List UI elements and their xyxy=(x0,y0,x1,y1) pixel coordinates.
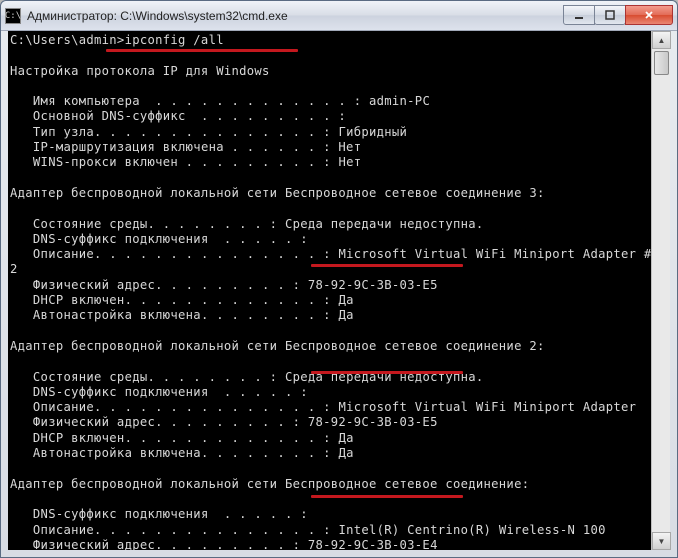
section-header: Настройка протокола IP для Windows xyxy=(10,64,270,78)
scroll-thumb[interactable] xyxy=(654,51,669,75)
adapter1-title: Адаптер беспроводной локальной сети Бесп… xyxy=(10,477,529,491)
highlight-command xyxy=(106,49,298,52)
cmd-window: C:\ Администратор: C:\Windows\system32\c… xyxy=(0,0,678,558)
scroll-down-button[interactable]: ▼ xyxy=(652,532,671,550)
command: ipconfig /all xyxy=(125,33,224,47)
minimize-button[interactable] xyxy=(563,5,595,25)
titlebar[interactable]: C:\ Администратор: C:\Windows\system32\c… xyxy=(1,1,677,31)
window-title: Администратор: C:\Windows\system32\cmd.e… xyxy=(27,9,564,23)
highlight-mac-3 xyxy=(311,264,463,267)
adapter2-title: Адаптер беспроводной локальной сети Бесп… xyxy=(10,339,545,353)
adapter3-title: Адаптер беспроводной локальной сети Бесп… xyxy=(10,186,545,200)
vertical-scrollbar[interactable]: ▲ ▼ xyxy=(651,31,670,550)
minimize-icon xyxy=(573,10,585,20)
console-output[interactable]: C:\Users\admin>ipconfig /all Настройка п… xyxy=(8,31,651,550)
close-icon xyxy=(643,10,655,20)
maximize-icon xyxy=(604,10,616,20)
close-button[interactable] xyxy=(625,5,673,25)
mac-address-2: 78-92-9C-3B-03-E5 xyxy=(308,415,438,429)
maximize-button[interactable] xyxy=(594,5,626,25)
mac-address-3: 78-92-9C-3B-03-E5 xyxy=(308,278,438,292)
prompt: C:\Users\admin> xyxy=(10,33,125,47)
cmd-icon: C:\ xyxy=(5,8,21,24)
highlight-mac-2 xyxy=(311,371,463,374)
mac-address-1: 78-92-9C-3B-03-E4 xyxy=(308,538,438,550)
highlight-mac-1 xyxy=(311,495,463,498)
window-controls xyxy=(564,6,673,25)
scroll-up-button[interactable]: ▲ xyxy=(652,31,671,49)
